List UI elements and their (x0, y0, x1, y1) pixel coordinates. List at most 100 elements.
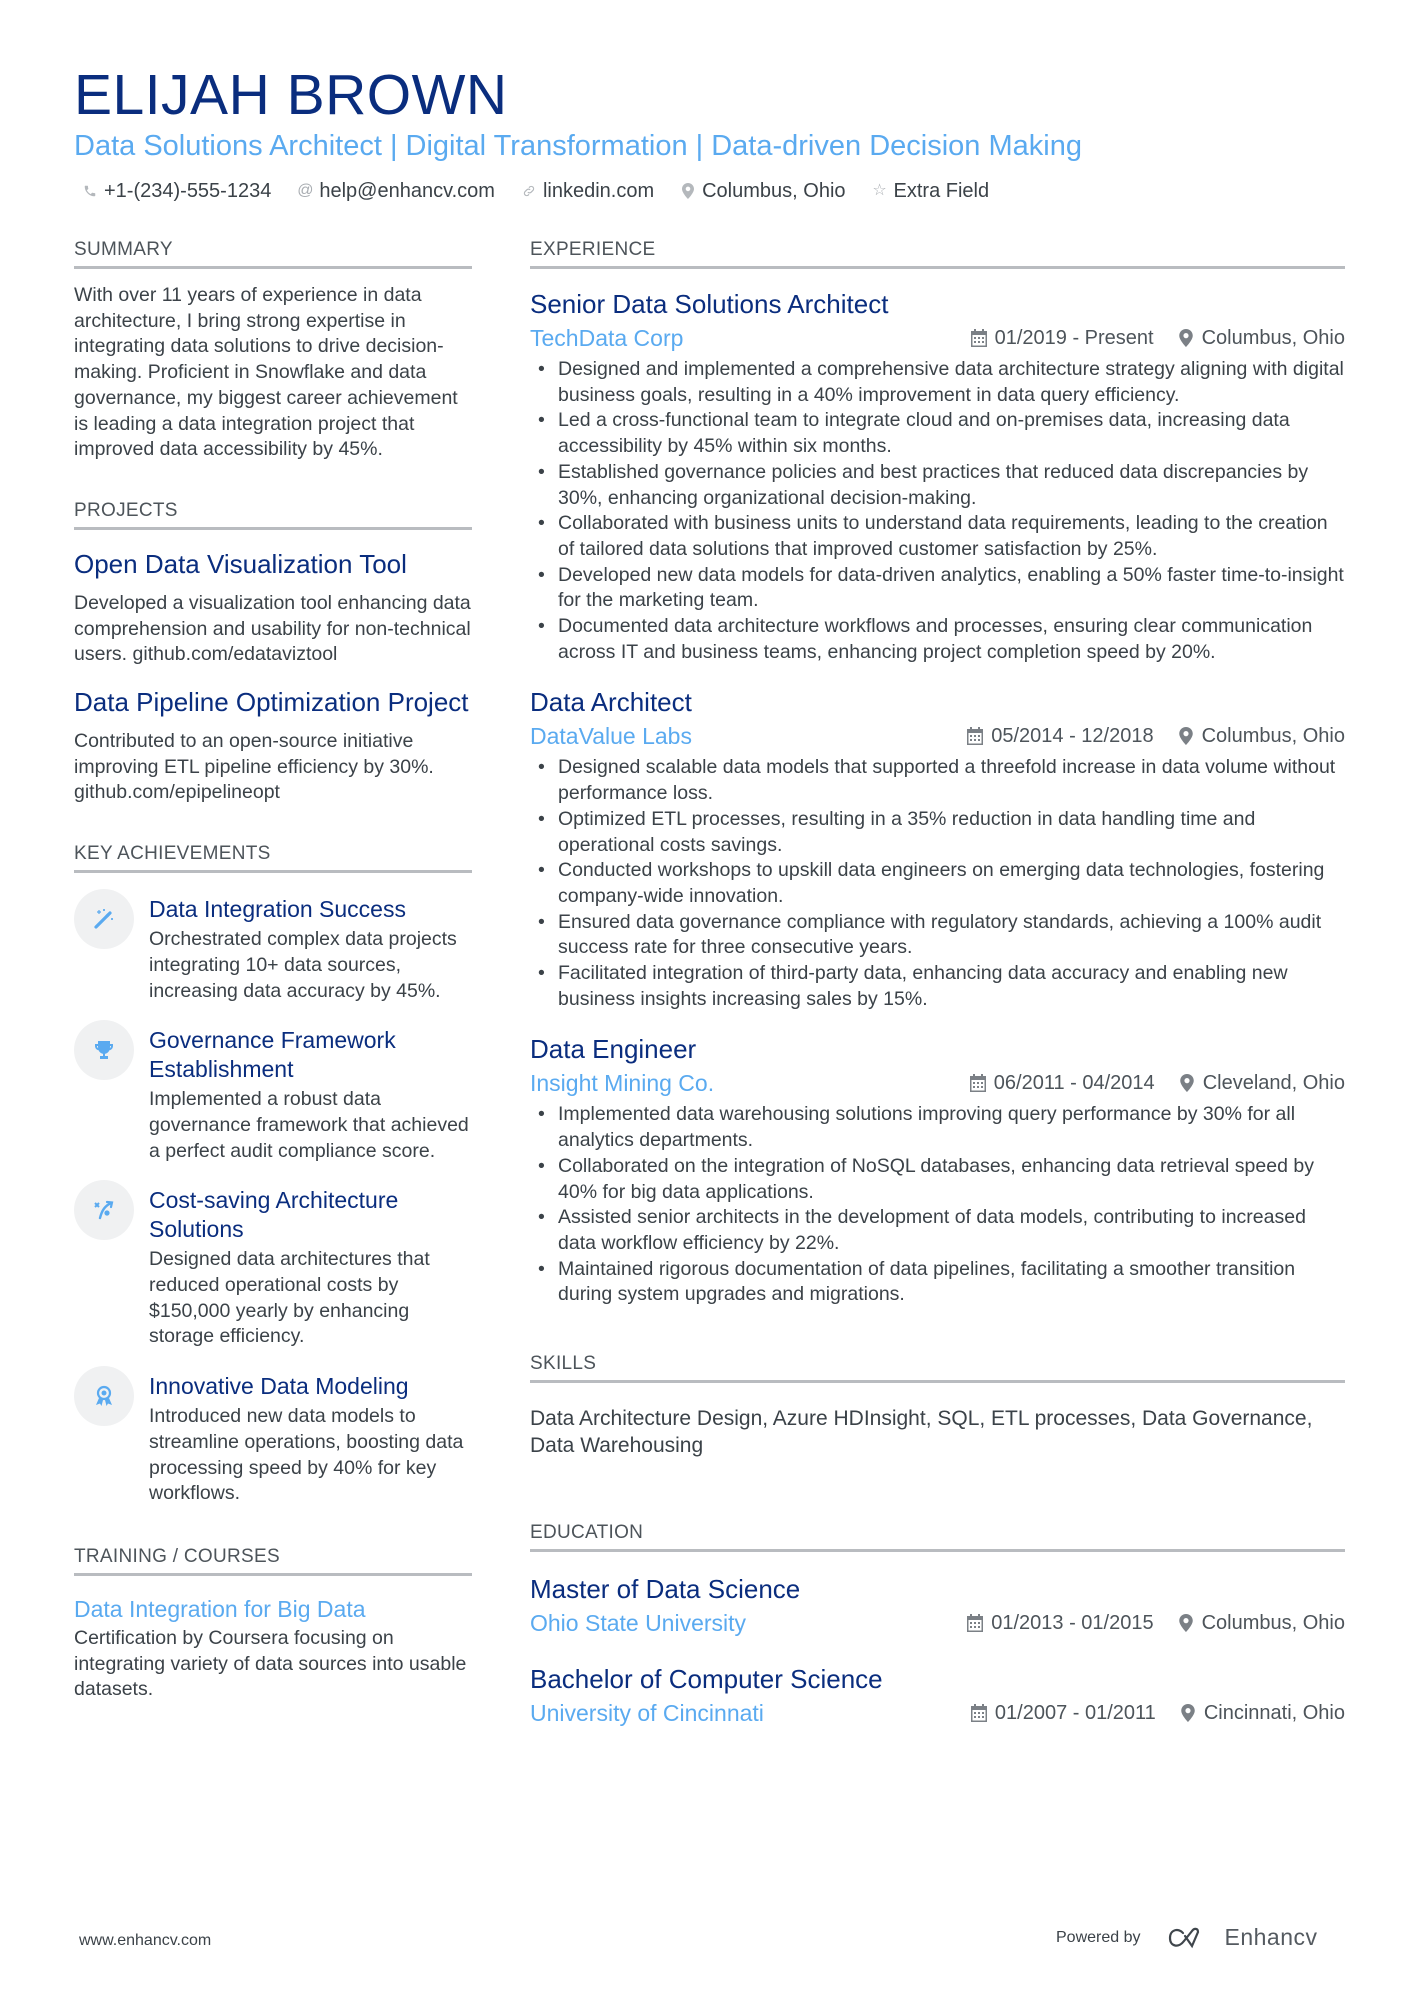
education-dates: 01/2007 - 01/2011 (970, 1700, 1156, 1726)
training-section: TRAINING / COURSES Data Integration for … (74, 1545, 472, 1703)
job-bullets: Designed scalable data models that suppo… (530, 755, 1345, 1012)
linkedin-link[interactable]: linkedin.com (543, 178, 654, 204)
summary-text: With over 11 years of experience in data… (74, 284, 458, 461)
location-text: Columbus, Ohio (1201, 1612, 1345, 1635)
location-icon (1179, 1074, 1194, 1093)
job-dates: 05/2014 - 12/2018 (967, 723, 1154, 749)
job-location: Columbus, Ohio (1178, 723, 1345, 749)
contact-extra: ☆ Extra Field (872, 178, 990, 204)
phone-number: +1-(234)-555-1234 (104, 180, 272, 202)
achievements-section: KEY ACHIEVEMENTS Data Integration Succes… (74, 842, 472, 1507)
location-icon (680, 183, 696, 199)
enhancv-logo-icon (1168, 1927, 1199, 1948)
bullet-item: Implemented data warehousing solutions i… (530, 1102, 1345, 1153)
date-range: 01/2019 - Present (994, 327, 1154, 349)
contact-email: @ help@enhancv.com (297, 178, 495, 204)
school-name: Ohio State University (530, 1610, 747, 1637)
phone-icon (82, 184, 98, 198)
bullet-item: Conducted workshops to upskill data engi… (530, 858, 1345, 909)
calendar-icon (967, 727, 984, 746)
job-dates: 01/2019 - Present (970, 325, 1154, 351)
degree-title: Bachelor of Computer Science (530, 1664, 883, 1695)
award-medal-icon (74, 1366, 134, 1427)
job-entry: Data Engineer Insight Mining Co. 06/2011… (530, 1032, 1345, 1308)
job-dates: 06/2011 - 04/2014 (969, 1070, 1155, 1096)
extra-field-text: Extra Field (893, 180, 990, 202)
location-text: Columbus, Ohio (1201, 725, 1345, 748)
training-heading: TRAINING / COURSES (74, 1545, 472, 1576)
date-range: 06/2011 - 04/2014 (993, 1072, 1155, 1095)
magic-wand-icon (74, 889, 134, 950)
company-name: DataValue Labs (530, 723, 692, 750)
degree-title: Master of Data Science (530, 1574, 801, 1605)
experience-heading: EXPERIENCE (530, 238, 1345, 269)
location-text: Columbus, Ohio (1201, 327, 1345, 349)
location-text: Cleveland, Ohio (1202, 1072, 1345, 1095)
date-range: 01/2007 - 01/2011 (994, 1702, 1156, 1725)
job-title: Data Architect (530, 687, 692, 718)
date-range: 01/2013 - 01/2015 (991, 1612, 1154, 1635)
bullet-item: Facilitated integration of third-party d… (530, 961, 1345, 1012)
contact-bar: +1-(234)-555-1234 @ help@enhancv.com lin… (74, 178, 1354, 204)
powered-by-label: Powered by (1056, 1928, 1141, 1946)
resume-header: ELIJAH BROWN Data Solutions Architect | … (74, 62, 1354, 204)
job-location: Columbus, Ohio (1178, 325, 1345, 351)
candidate-headline: Data Solutions Architect | Digital Trans… (74, 130, 1082, 162)
brand-name: Enhancv (1224, 1924, 1318, 1950)
achievement-description: Designed data architectures that reduced… (149, 1248, 430, 1348)
footer-website[interactable]: www.enhancv.com (79, 1932, 211, 1950)
candidate-name: ELIJAH BROWN (74, 63, 508, 127)
job-bullets: Designed and implemented a comprehensive… (530, 357, 1345, 665)
course-title: Data Integration for Big Data (74, 1595, 366, 1622)
job-title: Data Engineer (530, 1034, 697, 1065)
location-text: Columbus, Ohio (702, 180, 846, 202)
bullet-item: Ensured data governance compliance with … (530, 910, 1345, 961)
achievement-item: Governance Framework Establishment Imple… (74, 1020, 472, 1164)
location-icon (1181, 1704, 1195, 1723)
project-title: Data Pipeline Optimization Project (74, 687, 469, 718)
achievement-title: Data Integration Success (149, 896, 406, 923)
bullet-item: Collaborated on the integration of NoSQL… (530, 1154, 1345, 1205)
achievement-item: Cost-saving Architecture Solutions Desig… (74, 1180, 472, 1350)
calendar-icon (967, 1614, 984, 1633)
bullet-item: Collaborated with business units to unde… (530, 511, 1345, 562)
job-entry: Data Architect DataValue Labs 05/2014 - … (530, 685, 1345, 1012)
star-icon: ☆ (872, 182, 887, 199)
summary-section: SUMMARY With over 11 years of experience… (74, 238, 472, 463)
bullet-item: Maintained rigorous documentation of dat… (530, 1257, 1345, 1308)
bullet-item: Documented data architecture workflows a… (530, 614, 1345, 665)
project-item: Data Pipeline Optimization Project Contr… (74, 686, 472, 806)
school-name: University of Cincinnati (530, 1700, 764, 1727)
contact-location: Columbus, Ohio (680, 178, 846, 204)
achievement-description: Orchestrated complex data projects integ… (149, 928, 457, 1002)
projects-heading: PROJECTS (74, 499, 472, 530)
trophy-icon (74, 1020, 134, 1081)
project-description: Contributed to an open-source initiative… (74, 730, 434, 804)
link-icon (521, 184, 537, 198)
bullet-item: Designed and implemented a comprehensive… (530, 357, 1345, 408)
education-heading: EDUCATION (530, 1521, 1345, 1553)
calendar-icon (969, 1074, 986, 1093)
contact-phone: +1-(234)-555-1234 (82, 178, 271, 204)
at-icon: @ (297, 182, 314, 199)
brand-logo[interactable]: Enhancv (1167, 1924, 1318, 1951)
education-location: Cincinnati, Ohio (1180, 1700, 1345, 1726)
location-icon (1178, 727, 1193, 746)
achievement-description: Introduced new data models to streamline… (149, 1405, 464, 1505)
footer-branding: Powered by Enhancv (1056, 1924, 1318, 1951)
course-description: Certification by Coursera focusing on in… (74, 1626, 467, 1701)
projects-section: PROJECTS Open Data Visualization Tool De… (74, 499, 472, 806)
company-name: TechData Corp (530, 325, 684, 351)
achievement-description: Implemented a robust data governance fra… (149, 1088, 469, 1162)
education-entry: Bachelor of Computer Science University … (530, 1662, 1345, 1728)
right-column: EXPERIENCE Senior Data Solutions Archite… (530, 238, 1345, 1728)
achievement-item: Data Integration Success Orchestrated co… (74, 889, 472, 1004)
company-name: Insight Mining Co. (530, 1070, 715, 1097)
education-dates: 01/2013 - 01/2015 (967, 1610, 1154, 1636)
project-item: Open Data Visualization Tool Developed a… (74, 548, 472, 668)
project-title: Open Data Visualization Tool (74, 548, 407, 579)
education-location: Columbus, Ohio (1178, 1610, 1345, 1636)
achievement-title: Innovative Data Modeling (149, 1373, 409, 1400)
email-address[interactable]: help@enhancv.com (319, 178, 495, 204)
achievements-heading: KEY ACHIEVEMENTS (74, 842, 472, 874)
